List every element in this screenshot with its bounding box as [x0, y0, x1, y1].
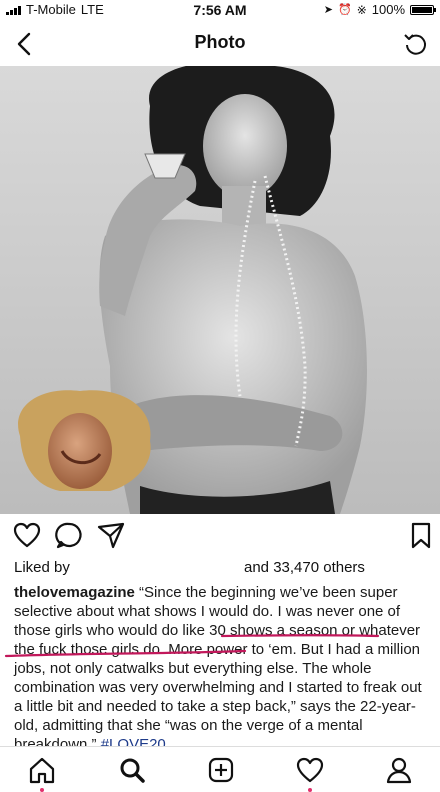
- search-icon[interactable]: [117, 755, 147, 785]
- post-photo[interactable]: [0, 66, 440, 514]
- comment-bubble-icon[interactable]: [54, 520, 84, 550]
- status-bar: T-Mobile LTE 7:56 AM ➤ ⏰ ※ 100%: [0, 0, 440, 20]
- nav-bar: Photo: [0, 22, 440, 66]
- post-caption: thelovemagazine “Since the beginning we’…: [14, 583, 430, 754]
- likes-count[interactable]: and 33,470 others: [244, 559, 365, 576]
- action-bar: [0, 516, 440, 556]
- home-icon[interactable]: [27, 755, 57, 785]
- alarm-icon: ⏰: [337, 4, 352, 16]
- like-heart-icon[interactable]: [12, 520, 42, 550]
- battery-icon: [410, 4, 436, 15]
- home-notification-dot: [40, 788, 44, 792]
- activity-notification-dot: [308, 788, 312, 792]
- caption-username[interactable]: thelovemagazine: [14, 584, 135, 601]
- location-icon: ➤: [323, 4, 333, 16]
- liked-by-label: Liked by: [14, 559, 70, 576]
- battery-percent: 100%: [371, 2, 405, 17]
- share-plane-icon[interactable]: [96, 520, 126, 550]
- caption-text: “Since the beginning we’ve been super se…: [14, 584, 422, 753]
- photo-illustration: [18, 66, 367, 514]
- page-title: Photo: [194, 32, 246, 52]
- tab-bar: [0, 746, 440, 792]
- add-post-icon[interactable]: [206, 755, 236, 785]
- activity-heart-icon[interactable]: [295, 755, 325, 785]
- refresh-icon[interactable]: [402, 30, 430, 58]
- status-right: ➤ ⏰ ※ 100%: [323, 2, 436, 17]
- bluetooth-icon: ※: [356, 2, 367, 17]
- bookmark-icon[interactable]: [406, 520, 436, 550]
- profile-icon[interactable]: [384, 755, 414, 785]
